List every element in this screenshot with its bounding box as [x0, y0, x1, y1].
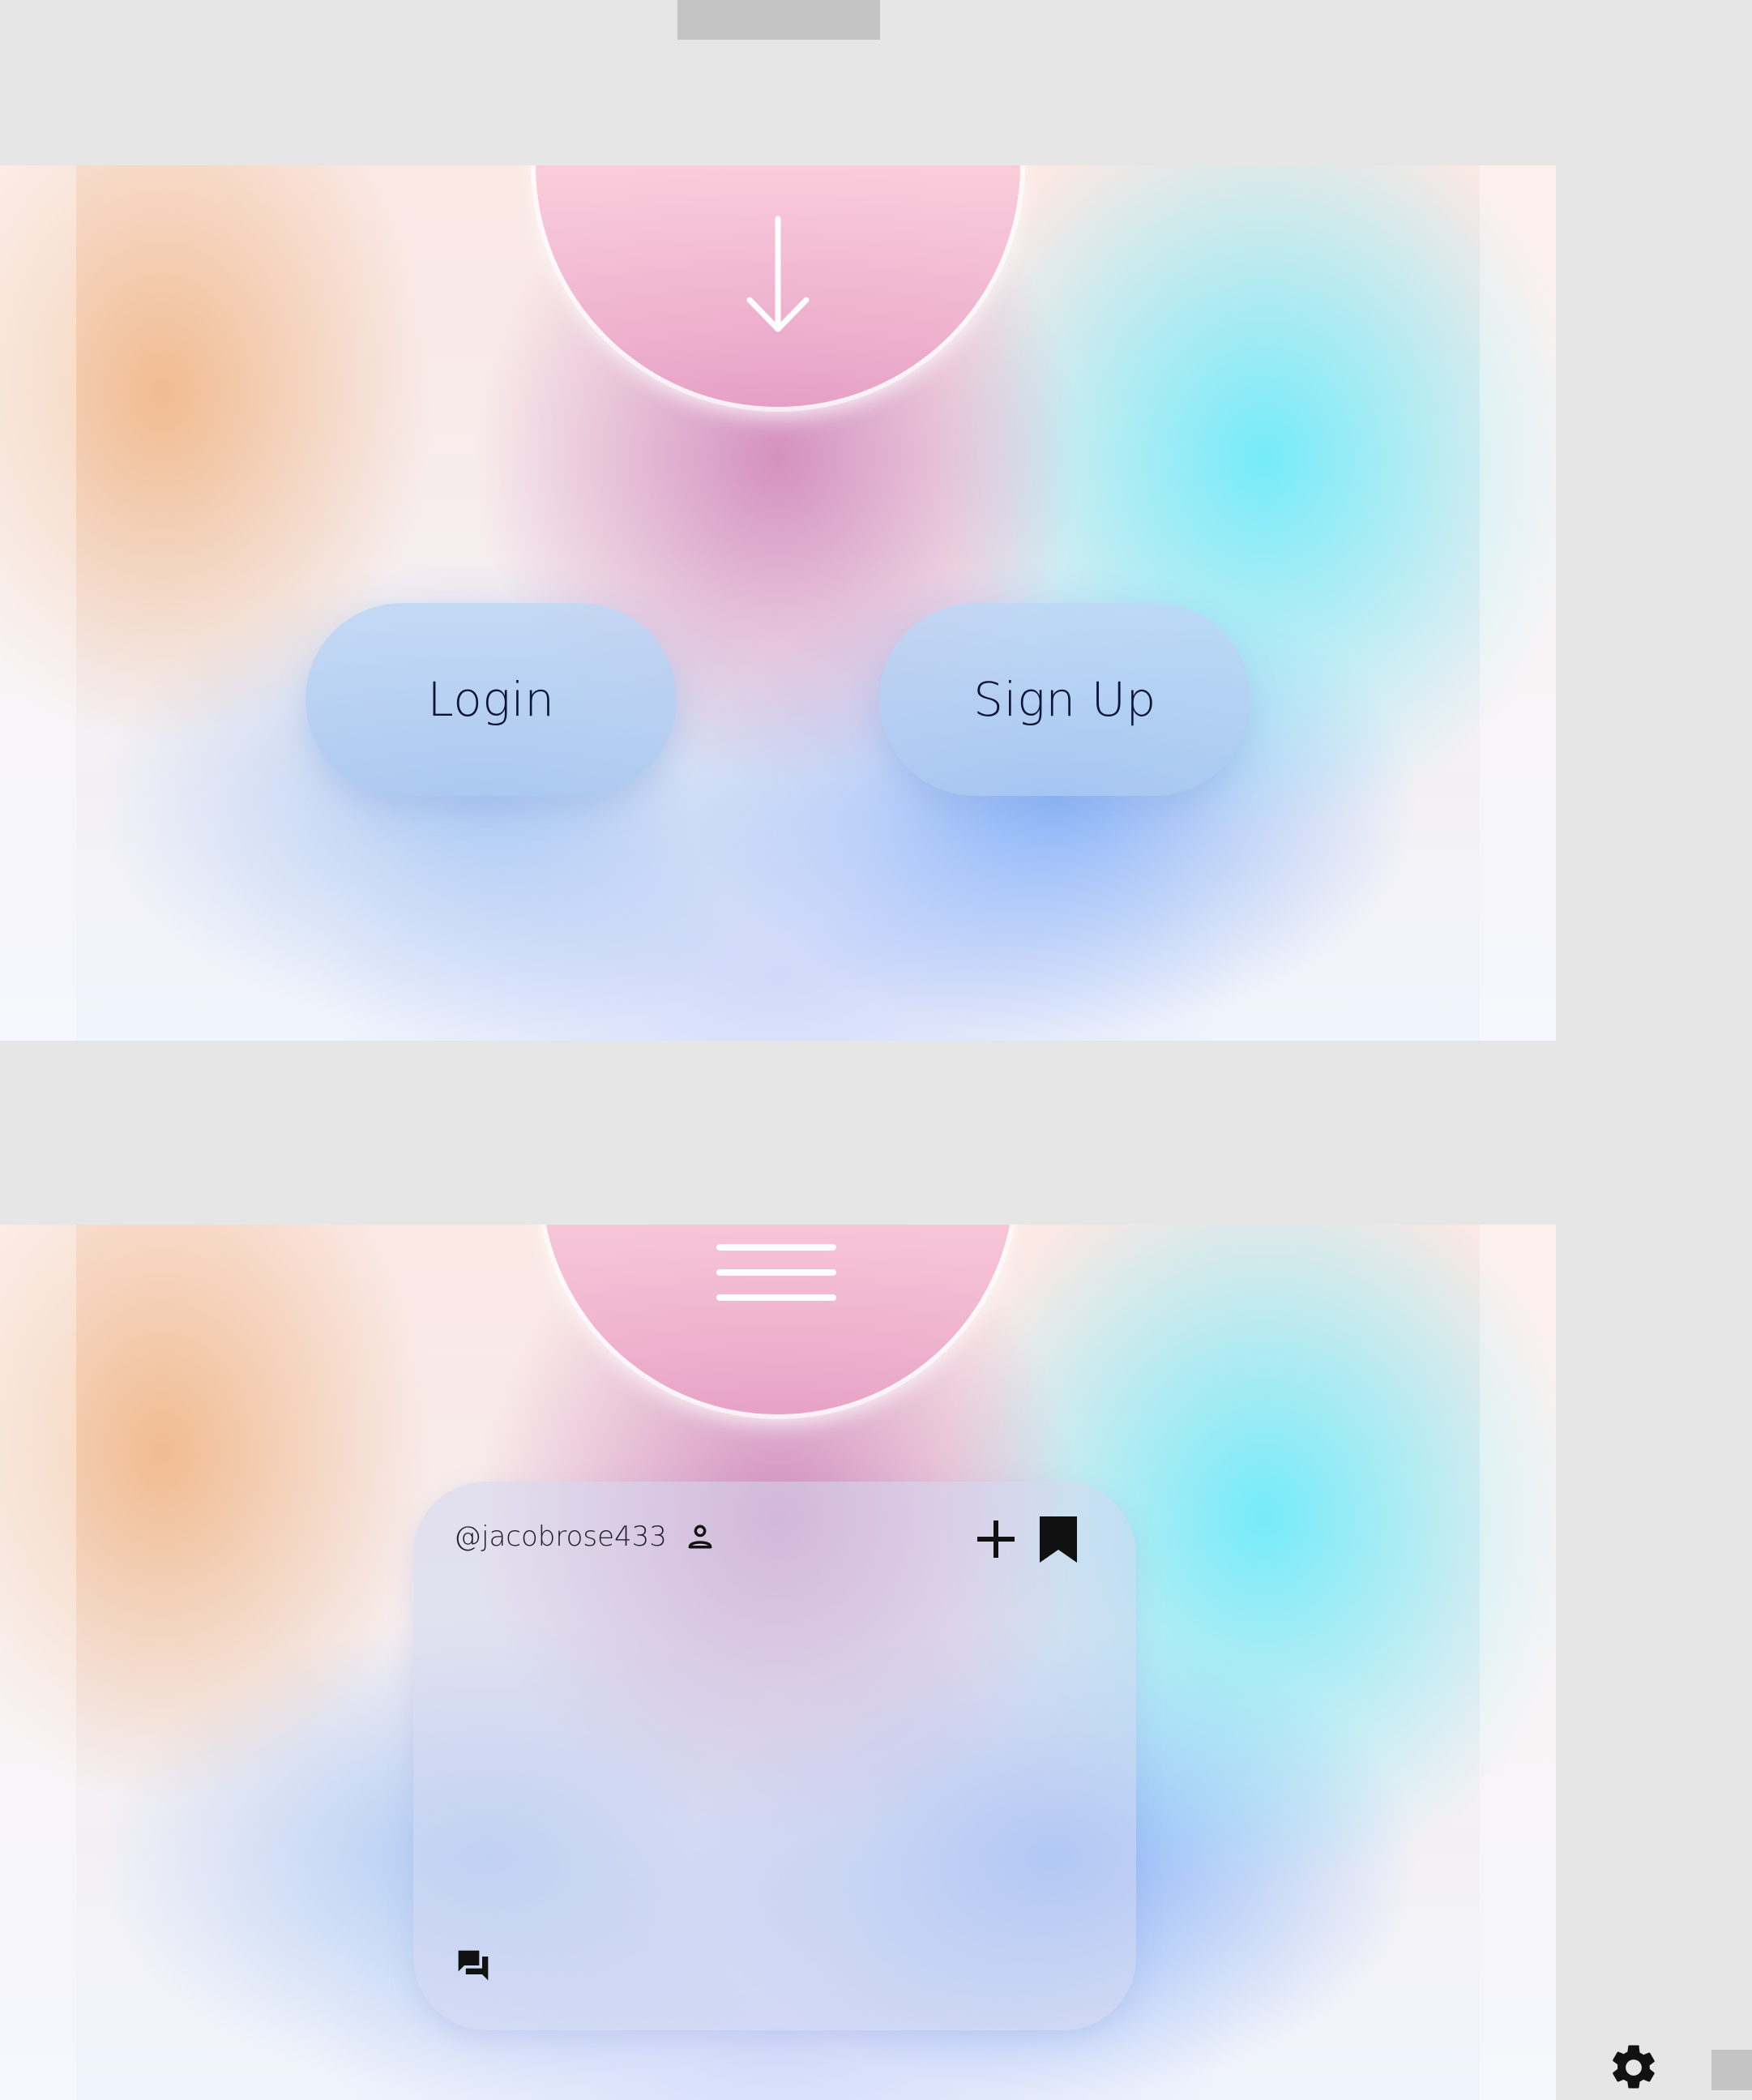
corner-square	[1711, 2050, 1752, 2090]
signup-button[interactable]: Sign Up	[879, 603, 1250, 796]
hamburger-menu-icon[interactable]	[716, 1242, 836, 1302]
chat-bubbles-icon[interactable]	[455, 1948, 491, 1983]
person-icon[interactable]	[686, 1523, 714, 1550]
signup-button-label: Sign Up	[973, 672, 1156, 727]
left-edge-overlay	[0, 165, 76, 1041]
card-actions	[974, 1514, 1079, 1564]
gear-icon[interactable]	[1607, 2041, 1660, 2094]
right-edge-overlay	[1480, 1225, 1556, 2100]
card-user-row[interactable]: @jacobrose433	[454, 1520, 714, 1553]
username[interactable]: @jacobrose433	[454, 1520, 667, 1553]
landing-frame: Login Sign Up	[0, 165, 1556, 1041]
left-edge-overlay	[0, 1225, 76, 2100]
feed-frame: @jacobrose433	[0, 1225, 1556, 2100]
top-tab	[677, 0, 880, 40]
post-card: @jacobrose433	[413, 1482, 1136, 2030]
login-button[interactable]: Login	[306, 603, 677, 796]
arrow-down-icon[interactable]	[745, 216, 811, 337]
bookmark-icon[interactable]	[1037, 1514, 1079, 1564]
right-edge-overlay	[1480, 165, 1556, 1041]
add-icon[interactable]	[974, 1517, 1018, 1561]
login-button-label: Login	[427, 672, 555, 727]
